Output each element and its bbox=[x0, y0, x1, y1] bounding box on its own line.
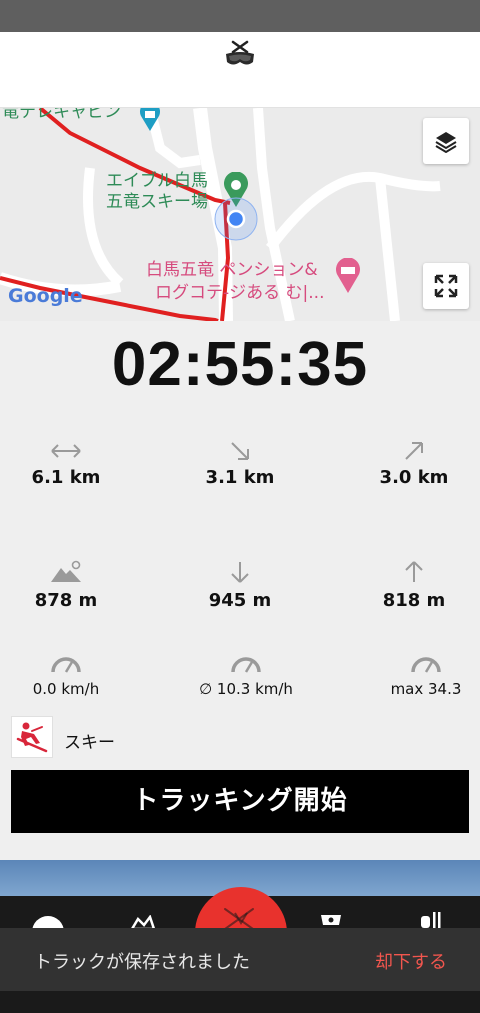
speedometer-icon bbox=[231, 657, 261, 673]
current-location-icon bbox=[213, 196, 259, 246]
stat-max-speed: max 34.3 bbox=[346, 654, 480, 698]
stat-descent: 945 m bbox=[160, 560, 320, 611]
stat-avg-speed: ∅ 10.3 km/h bbox=[166, 654, 326, 698]
stat-uphill-distance: 3.0 km bbox=[334, 441, 480, 488]
arrow-down-icon bbox=[231, 562, 249, 583]
arrow-up-right-icon bbox=[405, 442, 423, 460]
layers-button[interactable] bbox=[423, 118, 469, 164]
stat-avg-speed-value: ∅ 10.3 km/h bbox=[199, 680, 293, 698]
status-bar bbox=[0, 0, 480, 32]
stat-ascent: 818 m bbox=[334, 560, 480, 611]
lodging-pin-icon[interactable] bbox=[334, 257, 362, 298]
snackbar-dismiss-button[interactable]: 却下する bbox=[375, 948, 447, 974]
tracking-panel: 02:55:35 6.1 km 3.1 km 3.0 km 878 m 945 … bbox=[0, 321, 480, 860]
cable-car-pin-icon bbox=[138, 108, 162, 136]
stat-current-speed-value: 0.0 km/h bbox=[32, 680, 100, 698]
horizontal-arrows-icon bbox=[51, 444, 81, 458]
activity-type-button[interactable] bbox=[11, 716, 53, 758]
map-label-pension-line2: ログコテ-ジある む|... bbox=[155, 283, 325, 303]
stat-downhill-distance-value: 3.1 km bbox=[205, 467, 275, 488]
speedometer-icon bbox=[51, 657, 81, 673]
google-logo: Google bbox=[8, 285, 83, 307]
app-header bbox=[0, 32, 480, 108]
fullscreen-button[interactable] bbox=[423, 263, 469, 309]
stat-max-speed-value: max 34.3 bbox=[390, 680, 462, 698]
map-label-cable-car: 竜テレキャビン bbox=[2, 108, 121, 122]
ski-goggles-logo-icon bbox=[223, 38, 257, 72]
snackbar: トラックが保存されました 却下する bbox=[0, 928, 480, 991]
activity-type-label: スキー bbox=[64, 733, 115, 753]
arrow-down-right-icon bbox=[231, 442, 249, 460]
elapsed-timer: 02:55:35 bbox=[111, 330, 369, 399]
stat-distance-value: 6.1 km bbox=[31, 467, 101, 488]
stat-ascent-value: 818 m bbox=[382, 590, 446, 611]
speedometer-icon bbox=[411, 657, 441, 673]
stat-altitude-value: 878 m bbox=[34, 590, 98, 611]
stat-altitude: 878 m bbox=[0, 560, 146, 611]
skier-icon bbox=[16, 722, 48, 753]
stat-downhill-distance: 3.1 km bbox=[160, 441, 320, 488]
stat-distance: 6.1 km bbox=[0, 441, 146, 488]
map-label-resort-line1: エイブル白馬 bbox=[106, 171, 208, 191]
system-nav-bar bbox=[0, 991, 480, 1013]
mountain-pin-icon bbox=[51, 560, 81, 582]
stat-current-speed: 0.0 km/h bbox=[0, 654, 146, 698]
map-label-resort-line2: 五竜スキー場 bbox=[106, 192, 208, 212]
map-view[interactable]: 竜テレキャビン エイブル白馬 五竜スキー場 白馬五竜 ペンション& ログコテ-ジ… bbox=[0, 108, 480, 321]
layers-icon bbox=[435, 132, 457, 153]
arrow-up-icon bbox=[405, 561, 423, 582]
snackbar-message: トラックが保存されました bbox=[34, 952, 250, 973]
map-label-pension-line1: 白馬五竜 ペンション& bbox=[146, 260, 318, 280]
expand-icon bbox=[434, 274, 458, 298]
start-tracking-button[interactable]: トラッキング開始 bbox=[11, 770, 469, 833]
stat-uphill-distance-value: 3.0 km bbox=[379, 467, 449, 488]
stat-descent-value: 945 m bbox=[208, 590, 272, 611]
